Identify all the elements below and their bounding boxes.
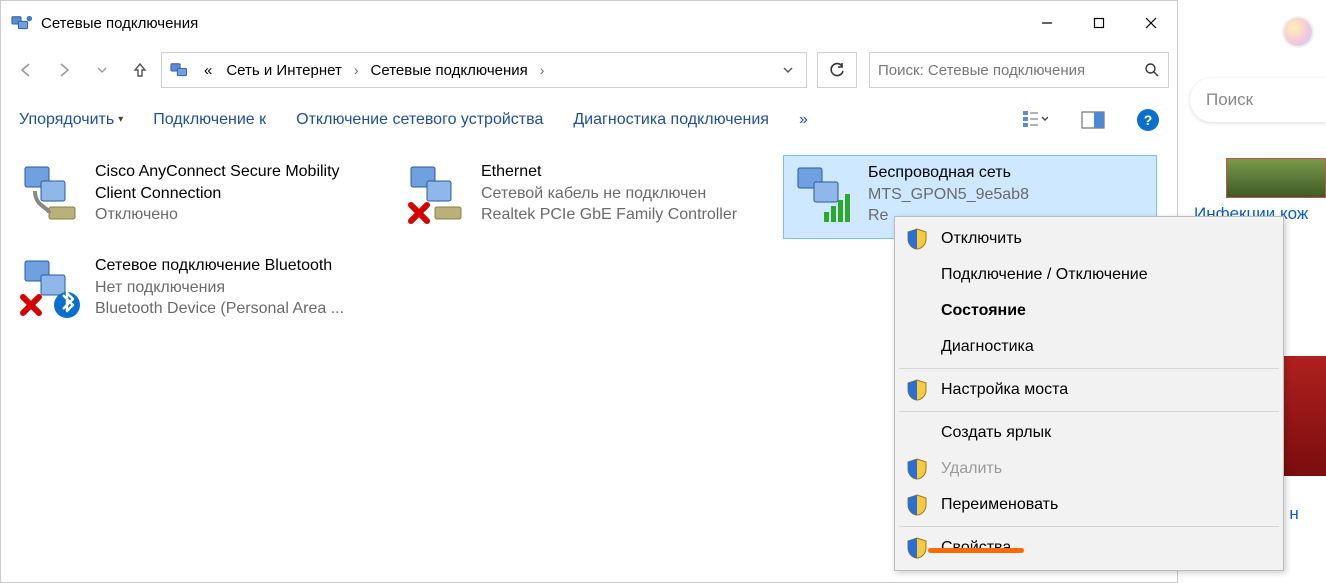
connection-title: Cisco AnyConnect Secure Mobility Client … xyxy=(95,161,377,204)
connection-item[interactable]: Ethernet Сетевой кабель не подключен Rea… xyxy=(397,155,771,239)
connection-item[interactable]: Cisco AnyConnect Secure Mobility Client … xyxy=(11,155,385,239)
bluetooth-adapter-icon xyxy=(19,255,83,319)
nav-up-button[interactable] xyxy=(123,53,157,87)
ctx-label: Отключить xyxy=(941,230,1022,248)
organize-menu[interactable]: Упорядочить ▾ xyxy=(19,111,123,129)
ctx-label: Подключение / Отключение xyxy=(941,266,1148,284)
nav-forward-button[interactable] xyxy=(47,53,81,87)
close-button[interactable] xyxy=(1125,1,1177,45)
connect-to-button[interactable]: Подключение к xyxy=(153,111,266,129)
window-title: Сетевые подключения xyxy=(41,15,198,32)
ctx-label: Состояние xyxy=(941,302,1026,320)
ctx-separator xyxy=(899,368,1279,369)
ctx-label: Переименовать xyxy=(941,496,1058,514)
network-adapter-icon xyxy=(19,161,83,225)
uac-shield-icon xyxy=(907,494,927,516)
recent-dropdown[interactable] xyxy=(85,53,119,87)
nav-row: « Сеть и Интернет › Сетевые подключения … xyxy=(1,45,1177,95)
window-controls xyxy=(1021,1,1177,45)
connection-item[interactable]: Сетевое подключение Bluetooth Нет подклю… xyxy=(11,249,385,333)
ctx-separator xyxy=(899,411,1279,412)
context-menu: Отключить Подключение / Отключение Состо… xyxy=(894,216,1284,571)
uac-shield-icon xyxy=(907,458,927,480)
connection-title: Ethernet xyxy=(481,161,737,183)
dropdown-caret-icon: ▾ xyxy=(118,114,123,125)
ctx-diagnose[interactable]: Диагностика xyxy=(897,329,1281,365)
browser-search-input[interactable]: Поиск xyxy=(1190,78,1326,122)
connection-status: MTS_GPON5_9e5ab8 xyxy=(868,184,1029,206)
browser-profile-icon[interactable] xyxy=(1284,18,1312,46)
nav-back-button[interactable] xyxy=(9,53,43,87)
maximize-button[interactable] xyxy=(1073,1,1125,45)
ctx-connect-disconnect[interactable]: Подключение / Отключение xyxy=(897,257,1281,293)
address-bar[interactable]: « Сеть и Интернет › Сетевые подключения … xyxy=(161,52,807,88)
address-icon xyxy=(170,61,192,79)
search-placeholder: Поиск: Сетевые подключения xyxy=(878,62,1144,79)
help-button[interactable]: ? xyxy=(1137,109,1159,131)
ctx-separator xyxy=(899,526,1279,527)
background-thumbnail xyxy=(1226,158,1326,198)
ctx-rename[interactable]: Переименовать xyxy=(897,487,1281,523)
toolbar-overflow[interactable]: » xyxy=(799,111,808,129)
connection-title: Беспроводная сеть xyxy=(868,162,1029,184)
titlebar: Сетевые подключения xyxy=(1,1,1177,45)
ctx-status[interactable]: Состояние xyxy=(897,293,1281,329)
minimize-button[interactable] xyxy=(1021,1,1073,45)
breadcrumb-item-1[interactable]: Сетевые подключения xyxy=(365,53,534,87)
refresh-button[interactable] xyxy=(817,52,857,88)
browser-search-placeholder: Поиск xyxy=(1206,90,1253,110)
diagnose-button[interactable]: Диагностика подключения xyxy=(573,111,769,129)
ctx-label: Диагностика xyxy=(941,338,1034,356)
search-icon xyxy=(1144,62,1160,78)
connection-status: Отключено xyxy=(95,204,377,226)
disable-device-button[interactable]: Отключение сетевого устройства xyxy=(296,111,543,129)
connection-device: Realtek PCIe GbE Family Controller xyxy=(481,204,737,226)
ctx-label: Удалить xyxy=(941,460,1002,478)
organize-label: Упорядочить xyxy=(19,111,114,129)
ctx-create-shortcut[interactable]: Создать ярлык xyxy=(897,415,1281,451)
breadcrumb-sep-icon: › xyxy=(350,62,363,78)
uac-shield-icon xyxy=(907,228,927,250)
view-options-button[interactable] xyxy=(1021,106,1049,134)
connection-status: Сетевой кабель не подключен xyxy=(481,183,737,205)
address-dropdown[interactable] xyxy=(774,53,802,87)
ctx-label: Создать ярлык xyxy=(941,424,1051,442)
ctx-disable[interactable]: Отключить xyxy=(897,221,1281,257)
connection-device: Bluetooth Device (Personal Area ... xyxy=(95,298,344,320)
uac-shield-icon xyxy=(907,379,927,401)
breadcrumb-prefix: « xyxy=(198,53,218,87)
wifi-adapter-icon xyxy=(792,162,856,226)
network-adapter-icon xyxy=(405,161,469,225)
breadcrumb-item-0[interactable]: Сеть и Интернет xyxy=(220,53,348,87)
uac-shield-icon xyxy=(907,537,927,559)
search-input[interactable]: Поиск: Сетевые подключения xyxy=(869,52,1169,88)
ctx-delete: Удалить xyxy=(897,451,1281,487)
app-icon xyxy=(11,14,33,32)
ctx-label: Настройка моста xyxy=(941,381,1068,399)
highlight-marker xyxy=(928,548,1024,553)
connection-status: Нет подключения xyxy=(95,277,344,299)
breadcrumb-tail-icon: › xyxy=(536,62,549,78)
connection-title: Сетевое подключение Bluetooth xyxy=(95,255,344,277)
command-bar: Упорядочить ▾ Подключение к Отключение с… xyxy=(1,95,1177,143)
ctx-bridge[interactable]: Настройка моста xyxy=(897,372,1281,408)
preview-pane-button[interactable] xyxy=(1079,106,1107,134)
